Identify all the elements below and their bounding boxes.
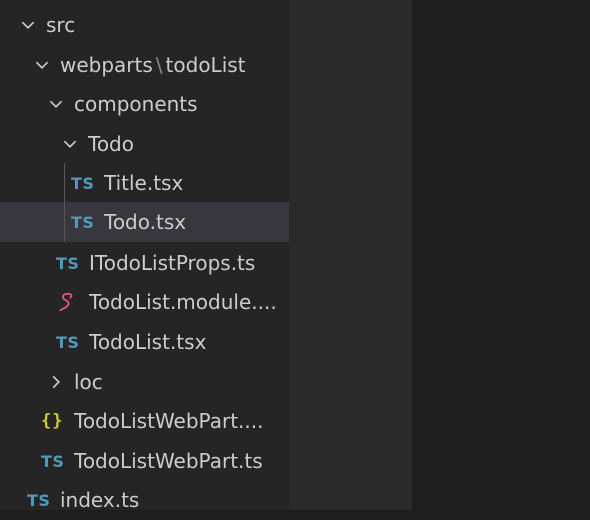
folder-components[interactable]: components: [0, 84, 289, 124]
file-todolistwebpart-ts[interactable]: TS TodoListWebPart.ts: [0, 441, 289, 481]
chevron-down-icon: [18, 15, 38, 35]
file-index-ts[interactable]: TS index.ts: [0, 480, 289, 520]
typescript-icon: TS: [56, 253, 80, 273]
indent-guide: [64, 163, 65, 242]
folder-label: Todo: [88, 132, 134, 156]
chevron-right-icon: [46, 372, 66, 392]
file-itodolistprops-ts[interactable]: TS ITodoListProps.ts: [0, 243, 289, 283]
folder-label: todoList: [165, 53, 246, 77]
file-label: Title.tsx: [104, 171, 184, 195]
chevron-down-icon: [32, 55, 52, 75]
typescript-icon: TS: [71, 173, 95, 193]
folder-label: src: [46, 13, 76, 37]
file-label: TodoListWebPart....: [74, 409, 264, 433]
sass-icon: [56, 291, 82, 313]
folder-src[interactable]: src: [0, 5, 289, 45]
typescript-icon: TS: [71, 212, 95, 232]
typescript-icon: TS: [56, 332, 80, 352]
file-label: Todo.tsx: [104, 210, 187, 234]
folder-label: webparts: [60, 53, 153, 77]
folder-todo[interactable]: Todo: [0, 124, 289, 164]
folder-label: components: [74, 92, 198, 116]
path-separator: \: [155, 53, 163, 77]
file-todolist-tsx[interactable]: TS TodoList.tsx: [0, 322, 289, 362]
file-label: index.ts: [60, 488, 140, 512]
file-todolistwebpart-manifest-json[interactable]: {} TodoListWebPart....: [0, 401, 289, 441]
json-braces-icon: {}: [41, 411, 64, 431]
file-title-tsx[interactable]: TS Title.tsx: [0, 163, 289, 203]
folder-loc[interactable]: loc: [0, 362, 289, 402]
file-todo-tsx[interactable]: TS Todo.tsx: [0, 202, 289, 242]
file-label: TodoList.tsx: [89, 330, 207, 354]
editor-area: [412, 0, 590, 510]
typescript-icon: TS: [27, 490, 51, 510]
explorer-tree: src webparts \ todoList components Todo …: [0, 0, 289, 512]
file-label: TodoListWebPart.ts: [74, 449, 263, 473]
folder-webparts-todolist[interactable]: webparts \ todoList: [0, 45, 289, 85]
typescript-icon: TS: [41, 451, 65, 471]
side-panel: [289, 0, 412, 510]
file-label: ITodoListProps.ts: [89, 251, 256, 275]
file-todolist-module-scss[interactable]: TodoList.module....: [0, 282, 289, 322]
chevron-down-icon: [60, 134, 80, 154]
file-label: TodoList.module....: [89, 290, 277, 314]
folder-label: loc: [74, 370, 103, 394]
chevron-down-icon: [46, 94, 66, 114]
